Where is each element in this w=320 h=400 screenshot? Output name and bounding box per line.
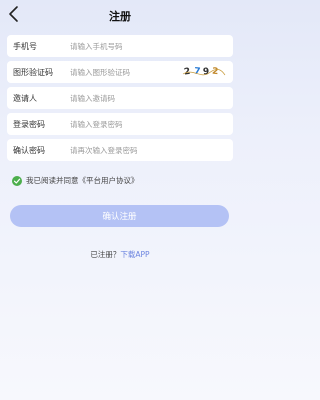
- confirm-password-row: 确认密码: [7, 139, 233, 161]
- phone-input[interactable]: [70, 41, 227, 51]
- captcha-row: 图形验证码 2 7 9 2: [7, 61, 233, 83]
- captcha-input[interactable]: [70, 67, 179, 77]
- confirm-password-label: 确认密码: [13, 145, 45, 155]
- registered-text: 已注册？: [90, 250, 121, 259]
- phone-label: 手机号: [13, 41, 37, 51]
- inviter-label: 邀请人: [13, 93, 37, 103]
- page-title: 注册: [109, 10, 131, 23]
- agreement-text[interactable]: 我已阅读并同意《平台用户协议》: [26, 175, 139, 186]
- phone-row: 手机号: [7, 35, 233, 57]
- agreement: 我已阅读并同意《平台用户协议》: [12, 175, 139, 186]
- inviter-row: 邀请人: [7, 87, 233, 109]
- agreement-checkbox[interactable]: [12, 175, 22, 186]
- confirm-password-input[interactable]: [70, 145, 227, 155]
- captcha-char: 2: [211, 66, 222, 78]
- confirm-register-button[interactable]: 确认注册: [10, 205, 229, 227]
- check-icon: [13, 178, 21, 184]
- download-app-link[interactable]: 下载APP: [120, 250, 149, 259]
- password-label: 登录密码: [13, 119, 45, 129]
- register-form: 手机号 图形验证码 2 7 9 2 邀请人 登录密码 确认密码: [7, 35, 233, 165]
- password-input[interactable]: [70, 119, 227, 129]
- inviter-input[interactable]: [70, 93, 227, 103]
- captcha-label: 图形验证码: [13, 67, 53, 77]
- captcha-image[interactable]: 2 7 9 2: [179, 64, 227, 80]
- login-prompt: 已注册？下载APP: [0, 249, 240, 260]
- password-row: 登录密码: [7, 113, 233, 135]
- header: 注册: [0, 0, 240, 30]
